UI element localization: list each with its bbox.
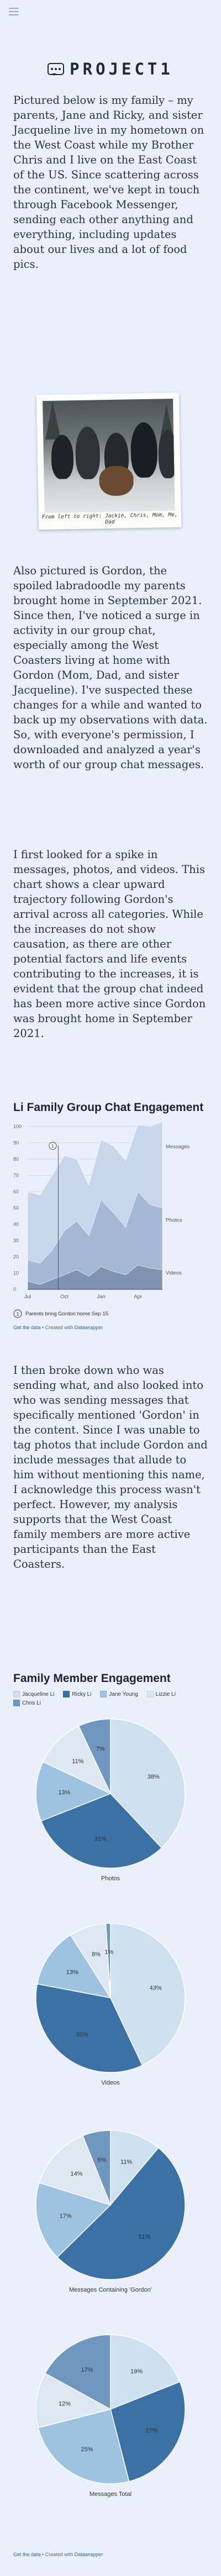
spike-paragraph: I first looked for a spike in messages, …	[13, 848, 206, 1040]
legend-label: Ricky Li	[72, 1691, 92, 1697]
legend-label: Lizzie Li	[155, 1691, 176, 1697]
y-tick-label: 70	[13, 1173, 19, 1178]
y-tick-label: 40	[13, 1221, 19, 1227]
get-data-link[interactable]: Get the data	[13, 1325, 41, 1330]
pie-slice-label: 14%	[70, 2171, 82, 2177]
members-chart-title: Family Member Engagement	[13, 1672, 171, 1685]
members-legend: Jacqueline Li Ricky Li Jane Young Lizzie Li…	[13, 1691, 208, 1706]
y-tick-label: 30	[13, 1238, 19, 1244]
pie-slice-label: 19%	[130, 2368, 143, 2375]
pie-chart: 43% 35% 13% 8% 1% Videos	[35, 1923, 186, 2086]
x-tick-label: Oct	[60, 1294, 69, 1300]
breakdown-paragraph: I then broke down who was sending what, …	[13, 1364, 208, 1570]
y-tick-label: 100	[13, 1124, 22, 1129]
legend-item: Lizzie Li	[146, 1691, 176, 1697]
y-tick-label: 20	[13, 1254, 19, 1260]
datawrapper-link[interactable]: Datawrapper	[75, 1325, 103, 1330]
legend-item: Jacqueline Li	[13, 1691, 54, 1697]
engagement-footnote: 1 Parents bring Gordon home Sep 15	[13, 1309, 108, 1318]
y-tick-label: 60	[13, 1189, 19, 1194]
pie-slice-label: 13%	[66, 1969, 78, 1976]
x-tick-label: Jul	[24, 1294, 31, 1300]
pie-slice-label: 31%	[94, 1836, 107, 1843]
pie-slice-label: 35%	[76, 2032, 88, 2038]
pie-slice-label: 38%	[148, 1774, 160, 1780]
legend-label: Jacqueline Li	[22, 1691, 55, 1697]
legend-swatch	[146, 1691, 154, 1697]
pie-slice-label: 17%	[81, 2367, 93, 2373]
pie-slice-label: 12%	[59, 2401, 71, 2408]
x-tick-label: Apr	[134, 1294, 142, 1300]
datawrapper-link[interactable]: Datawrapper	[75, 2552, 103, 2557]
pie-slice-label: 11%	[120, 2159, 132, 2165]
pie-slice-label: 7%	[96, 1745, 105, 1752]
legend-item: Jane Young	[100, 1691, 138, 1697]
svg-text:1: 1	[16, 1311, 19, 1317]
footnote-text: Parents bring Gordon home Sep 15	[25, 1310, 108, 1317]
family-photo: From left to right: Jackie, Chris, Mom, …	[36, 392, 182, 530]
pie-slice-label: 6%	[97, 2157, 106, 2164]
credit-prefix: • Created with	[40, 2552, 75, 2557]
members-credit: Get the data • Created with Datawrapper	[13, 2552, 103, 2557]
y-tick-label: 0	[13, 1287, 16, 1292]
pie-title: Videos	[101, 2080, 120, 2086]
pie-title: Messages Total	[90, 2491, 131, 2498]
pie-slice-label: 51%	[138, 2234, 150, 2240]
legend-swatch	[13, 1691, 20, 1697]
get-data-link[interactable]: Get the data	[13, 2552, 41, 2557]
pie-slice-label: 27%	[146, 2427, 158, 2434]
legend-item: Chris Li	[13, 1700, 41, 1706]
engagement-chart-title: Li Family Group Chat Engagement	[13, 1101, 204, 1114]
annotation-marker-label: 1	[51, 1144, 54, 1149]
y-tick-label: 10	[13, 1271, 19, 1276]
y-tick-label: 80	[13, 1156, 19, 1162]
legend-swatch	[63, 1691, 70, 1697]
legend-label: Chris Li	[22, 1700, 41, 1706]
pie-title: Messages Containing 'Gordon'	[69, 2287, 152, 2293]
pie-slice-label: 8%	[92, 1951, 101, 1958]
credit-prefix: • Created with	[40, 1325, 75, 1330]
legend-item: Ricky Li	[63, 1691, 91, 1697]
series-label-messages: Messages	[166, 1144, 190, 1150]
photo-caption: From left to right: Jackie, Chris, Mom, …	[41, 511, 178, 526]
hamburger-menu-icon[interactable]	[9, 8, 19, 15]
pie-slice-label: 17%	[60, 2213, 72, 2220]
intro-paragraph: Pictured below is my family – my parents…	[13, 94, 204, 271]
page: PROJECT1 Pictured below is my family – m…	[0, 0, 221, 2576]
pie-slice-label: 13%	[58, 1789, 70, 1796]
legend-swatch	[100, 1691, 107, 1697]
series-label-photos: Photos	[166, 1218, 182, 1224]
x-tick-label: Jan	[97, 1294, 105, 1300]
engagement-area-chart: 0 10 20 30 40 50 60 70 80 90 100 Messages Photos Vide…	[13, 1121, 190, 1300]
series-label-videos: Videos	[166, 1270, 182, 1276]
legend-label: Jane Young	[109, 1691, 138, 1697]
pie-chart: 38% 31% 13% 11% 7% Photos	[35, 1718, 186, 1882]
pie-title: Photos	[101, 1875, 120, 1882]
pie-slice-label: 25%	[81, 2446, 93, 2453]
annotation-marker-icon: 1	[13, 1309, 22, 1318]
family-photo-image	[43, 398, 175, 514]
legend-swatch	[13, 1700, 20, 1706]
y-tick-label: 90	[13, 1140, 19, 1146]
engagement-credit: Get the data • Created with Datawrapper	[13, 1325, 103, 1330]
pie-slice-label: 1%	[104, 1949, 113, 1955]
pie-chart: 11% 51% 17% 14% 6% Messages Containing 'Gordo…	[35, 2130, 186, 2293]
pie-slice-label: 43%	[150, 1985, 162, 1992]
pie-chart: 19% 27% 25% 12% 17% Messages Total	[35, 2334, 186, 2498]
site-brand[interactable]: PROJECT1	[0, 60, 221, 78]
gordon-paragraph: Also pictured is Gordon, the spoiled lab…	[13, 564, 208, 771]
y-tick-label: 50	[13, 1205, 19, 1211]
chat-bubble-icon	[48, 63, 65, 76]
pie-slice-label: 11%	[72, 1758, 83, 1765]
site-name: PROJECT1	[70, 60, 173, 78]
